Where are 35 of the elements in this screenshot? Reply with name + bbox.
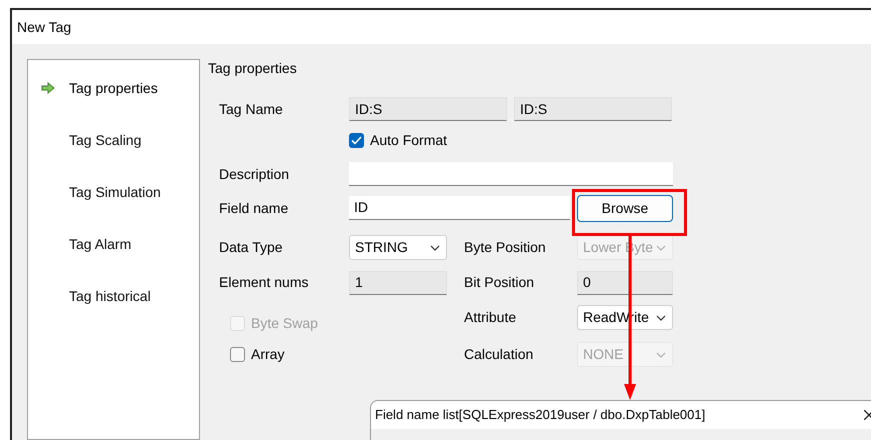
- text-field[interactable]: 1: [349, 270, 447, 294]
- chevron-down-icon: [656, 244, 666, 250]
- text-field[interactable]: ID: [349, 196, 570, 220]
- checkbox-label: Auto Format: [370, 130, 448, 150]
- field-label: Attribute: [464, 308, 518, 327]
- text-field[interactable]: ID:S: [349, 97, 507, 121]
- field-label: Tag Name: [219, 100, 284, 119]
- field-label: Field name: [219, 198, 290, 218]
- text-field[interactable]: 0: [577, 270, 673, 294]
- field-label: Calculation: [464, 345, 534, 364]
- text-field[interactable]: [349, 162, 673, 186]
- sidebar-item[interactable]: Tag Alarm: [69, 234, 132, 254]
- browse-button[interactable]: Browse: [577, 194, 673, 222]
- close-icon[interactable]: [864, 410, 871, 420]
- field-label: Bit Position: [464, 273, 536, 292]
- chevron-down-icon: [656, 352, 666, 358]
- field-label: Element nums: [219, 273, 310, 292]
- field-label: Byte Position: [464, 238, 547, 257]
- text-field[interactable]: ID:S: [514, 97, 672, 121]
- section-title: Tag properties: [208, 59, 297, 77]
- dropdown[interactable]: STRING: [349, 235, 447, 260]
- window-title: New Tag: [17, 18, 72, 37]
- dialog-title: Field name list[SQLExpress2019user / dbo.DxpTable001]: [375, 406, 706, 424]
- checkbox-label: Byte Swap: [251, 314, 318, 333]
- sidebar-item[interactable]: Tag Scaling: [69, 130, 142, 150]
- sidebar-item[interactable]: Tag historical: [69, 286, 151, 306]
- checkbox[interactable]: [349, 132, 364, 148]
- sidebar-item[interactable]: Tag properties: [69, 78, 158, 98]
- field-label: Description: [219, 164, 290, 184]
- chevron-down-icon: [430, 244, 440, 250]
- checkbox-label: Array: [251, 345, 284, 364]
- checkbox[interactable]: [230, 347, 245, 362]
- chevron-down-icon: [656, 314, 666, 320]
- sidebar-item[interactable]: Tag Simulation: [69, 182, 161, 202]
- field-label: Data Type: [219, 238, 284, 257]
